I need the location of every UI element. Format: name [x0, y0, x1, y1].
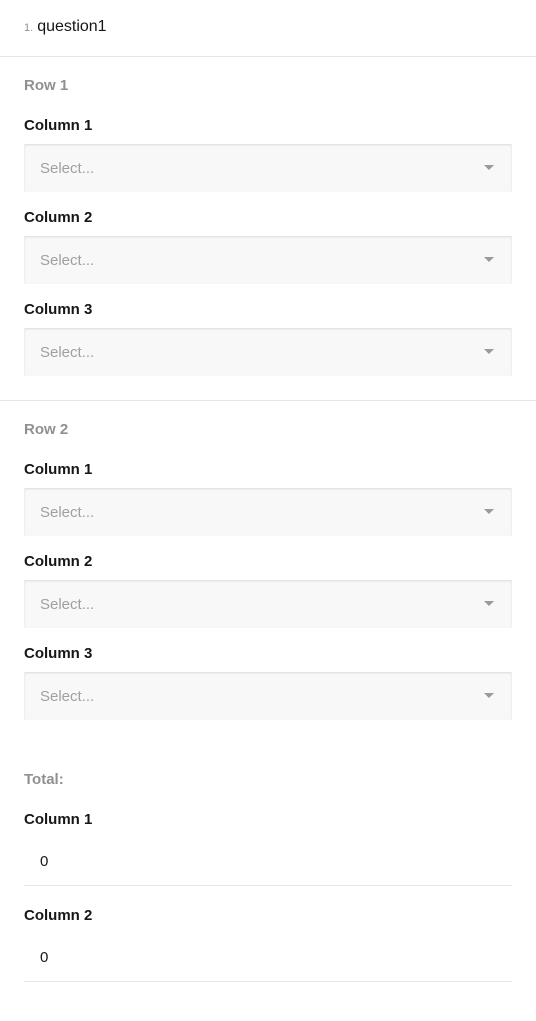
column-label: Column 3: [24, 645, 93, 662]
question-header: 1. question1: [0, 0, 536, 57]
matrix-row-1: Row 1 Column 1 Select... Column 2 Select…: [0, 57, 536, 401]
row2-column2-field: Column 2 Select...: [24, 552, 512, 628]
chevron-down-icon: [484, 165, 494, 170]
matrix-dropdown-question: 1. question1 Row 1 Column 1 Select... Co…: [0, 0, 536, 1021]
chevron-down-icon: [484, 601, 494, 606]
dropdown-placeholder: Select...: [40, 595, 95, 613]
row2-column3-field: Column 3 Select...: [24, 644, 512, 720]
total-column1-value: 0: [24, 838, 512, 886]
row2-column2-dropdown[interactable]: Select...: [24, 580, 512, 628]
total-column2-field: Column 2 0: [24, 906, 512, 982]
column-label: Column 1: [24, 461, 93, 478]
column-label: Column 1: [24, 117, 93, 134]
question-title: question1: [37, 18, 107, 35]
dropdown-placeholder: Select...: [40, 343, 95, 361]
chevron-down-icon: [484, 509, 494, 514]
row1-column3-field: Column 3 Select...: [24, 300, 512, 376]
row1-column1-field: Column 1 Select...: [24, 116, 512, 192]
column-label: Column 2: [24, 907, 93, 924]
dropdown-placeholder: Select...: [40, 503, 95, 521]
total-column1-field: Column 1 0: [24, 810, 512, 886]
column-label: Column 1: [24, 811, 93, 828]
row-label: Row 2: [24, 421, 69, 438]
row1-column2-dropdown[interactable]: Select...: [24, 236, 512, 284]
row2-column1-field: Column 1 Select...: [24, 460, 512, 536]
dropdown-placeholder: Select...: [40, 687, 95, 705]
matrix-row-2: Row 2 Column 1 Select... Column 2 Select…: [0, 401, 536, 748]
row-label: Row 1: [24, 77, 69, 94]
chevron-down-icon: [484, 349, 494, 354]
question-number: 1.: [24, 22, 34, 34]
column-label: Column 3: [24, 301, 93, 318]
chevron-down-icon: [484, 257, 494, 262]
column-label: Column 2: [24, 209, 93, 226]
dropdown-placeholder: Select...: [40, 159, 95, 177]
row2-column3-dropdown[interactable]: Select...: [24, 672, 512, 720]
row2-column1-dropdown[interactable]: Select...: [24, 488, 512, 536]
dropdown-placeholder: Select...: [40, 251, 95, 269]
total-row: Total: Column 1 0 Column 2 0: [0, 748, 536, 982]
total-column2-value: 0: [24, 934, 512, 982]
chevron-down-icon: [484, 693, 494, 698]
row1-column3-dropdown[interactable]: Select...: [24, 328, 512, 376]
row1-column2-field: Column 2 Select...: [24, 208, 512, 284]
row1-column1-dropdown[interactable]: Select...: [24, 144, 512, 192]
column-label: Column 2: [24, 553, 93, 570]
total-label: Total:: [24, 771, 64, 788]
